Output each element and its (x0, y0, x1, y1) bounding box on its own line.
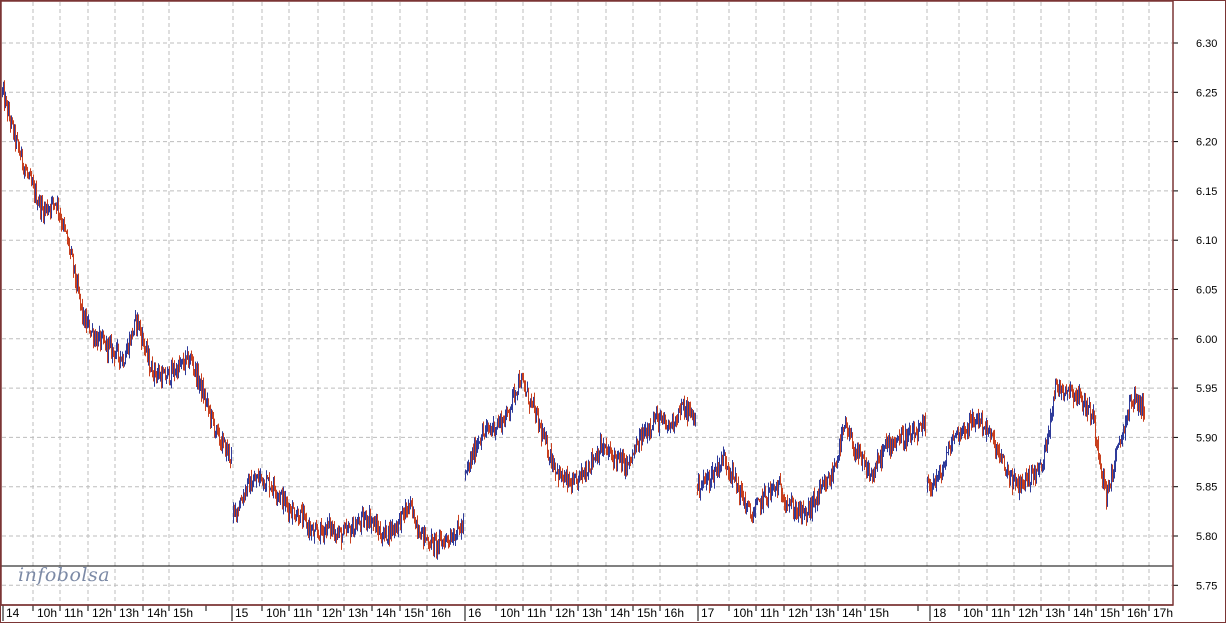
x-tick-label: 16h (664, 606, 684, 620)
x-tick-label: 15h (869, 606, 889, 620)
x-tick-label: 11h (64, 606, 83, 620)
x-tick-label: 14h (376, 606, 396, 620)
x-tick-label: 17h (1153, 606, 1173, 620)
x-tick-label: 15h (1100, 606, 1120, 620)
x-tick-label: 14h (147, 606, 167, 620)
y-tick-label: 6.05 (1196, 285, 1217, 297)
x-tick-label: 15h (637, 606, 657, 620)
y-tick-label: 6.15 (1196, 186, 1217, 198)
x-tick-label: 11h (293, 606, 312, 620)
y-tick-label: 5.75 (1196, 580, 1217, 592)
x-tick-label: 10h (500, 606, 520, 620)
x-tick-label: 10h (37, 606, 57, 620)
x-axis-ticks: 14 10h 11h 12h 13h 14h 15h 15 10h 11h 12h 13h 14h 15h… (2, 605, 1173, 621)
x-tick-label: 14h (610, 606, 630, 620)
y-tick-label: 6.30 (1196, 38, 1217, 50)
x-tick-label: 15h (173, 606, 193, 620)
x-tick-label: 15h (404, 606, 424, 620)
x-tick-label: 17 (701, 606, 715, 620)
chart-background (0, 0, 1226, 623)
y-tick-label: 5.80 (1196, 531, 1217, 543)
x-tick-label: 11h (527, 606, 546, 620)
y-tick-label: 6.25 (1196, 87, 1217, 99)
y-tick-label: 6.00 (1196, 334, 1217, 346)
x-tick-label: 11h (991, 606, 1010, 620)
x-tick-label: 13h (348, 606, 368, 620)
y-tick-label: 5.90 (1196, 432, 1217, 444)
x-tick-label: 12h (92, 606, 112, 620)
x-tick-label: 11h (760, 606, 779, 620)
x-tick-label: 16h (431, 606, 451, 620)
x-tick-label: 14h (842, 606, 862, 620)
x-tick-label: 12h (788, 606, 808, 620)
x-tick-label: 12h (555, 606, 575, 620)
x-tick-label: 10h (963, 606, 983, 620)
x-tick-label: 18 (933, 606, 947, 620)
x-tick-label: 16h (1127, 606, 1147, 620)
y-tick-label: 6.20 (1196, 137, 1217, 149)
y-tick-label: 6.10 (1196, 235, 1217, 247)
x-tick-label: 13h (582, 606, 602, 620)
x-tick-label: 12h (1018, 606, 1038, 620)
infobolsa-logo: infobolsa (18, 564, 111, 586)
x-tick-label: 15 (235, 606, 249, 620)
x-tick-label: 14h (1073, 606, 1093, 620)
x-tick-label: 14 (6, 606, 20, 620)
x-tick-label: 10h (266, 606, 286, 620)
x-tick-label: 13h (1045, 606, 1065, 620)
x-tick-label: 10h (733, 606, 753, 620)
y-tick-label: 5.85 (1196, 482, 1217, 494)
x-tick-label: 13h (119, 606, 139, 620)
x-tick-label: 12h (322, 606, 342, 620)
x-tick-label: 16 (468, 606, 482, 620)
y-tick-label: 5.95 (1196, 383, 1217, 395)
stock-price-chart: 6.30 6.25 6.20 6.15 6.10 6.05 6.00 5.95 5.90 5.85… (0, 0, 1226, 623)
x-tick-label: 13h (815, 606, 835, 620)
